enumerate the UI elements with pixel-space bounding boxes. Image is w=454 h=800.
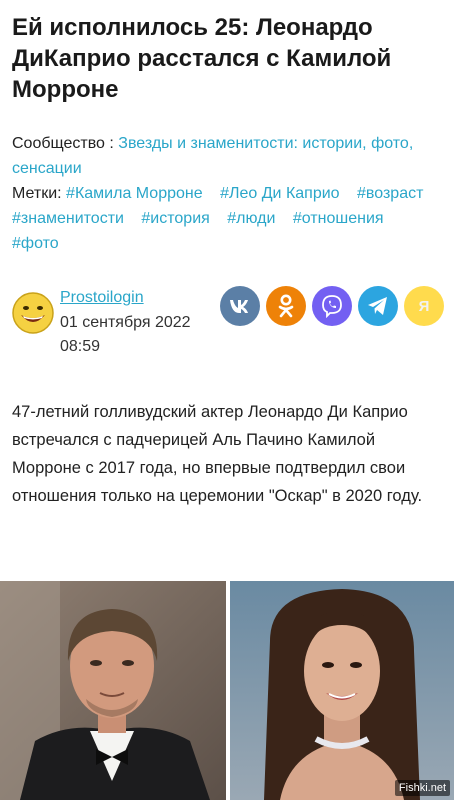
photo-left <box>0 581 226 800</box>
tag-link[interactable]: #знаменитости <box>12 210 124 227</box>
avatar[interactable] <box>12 292 54 334</box>
article-meta: Сообщество : Звезды и знаменитости: исто… <box>12 131 442 256</box>
tag-link[interactable]: #люди <box>227 210 275 227</box>
tag-link[interactable]: #отношения <box>293 210 384 227</box>
ok-share-button[interactable] <box>266 286 306 326</box>
viber-icon <box>322 295 342 318</box>
tags-row: Метки: #Камила Морроне #Лео Ди Каприо #в… <box>12 181 442 256</box>
author-name[interactable]: Prostoilogin <box>60 286 144 310</box>
ok-icon <box>278 294 294 318</box>
tag-link[interactable]: #возраст <box>357 185 423 202</box>
yandex-icon: Я <box>418 297 430 315</box>
tag-link[interactable]: #Лео Ди Каприо <box>220 185 339 202</box>
viber-share-button[interactable] <box>312 286 352 326</box>
vk-share-button[interactable] <box>220 286 260 326</box>
tags-label: Метки: <box>12 185 62 202</box>
tag-link[interactable]: #фото <box>12 235 59 252</box>
tag-link[interactable]: #Камила Морроне <box>66 185 203 202</box>
article-body: 47-летний голливудский актер Леонардо Ди… <box>12 403 423 505</box>
leonardo-photo <box>0 581 226 800</box>
camila-photo <box>230 581 454 800</box>
share-buttons: Я <box>220 286 444 326</box>
community-label: Сообщество : <box>12 135 114 152</box>
yandex-share-button[interactable]: Я <box>404 286 444 326</box>
community-row: Сообщество : Звезды и знаменитости: исто… <box>12 131 442 181</box>
telegram-icon <box>368 297 387 315</box>
author-block: Prostoilogin 01 сентября 2022 08:59 <box>12 286 232 356</box>
article-title: Ей исполнилось 25: Леонардо ДиКаприо рас… <box>12 14 392 103</box>
publish-date: 01 сентября 2022 08:59 <box>60 314 191 355</box>
photo-right: Fishki.net <box>230 581 454 800</box>
telegram-share-button[interactable] <box>358 286 398 326</box>
watermark: Fishki.net <box>394 780 450 796</box>
vk-icon <box>230 300 248 313</box>
tag-link[interactable]: #история <box>141 210 209 227</box>
